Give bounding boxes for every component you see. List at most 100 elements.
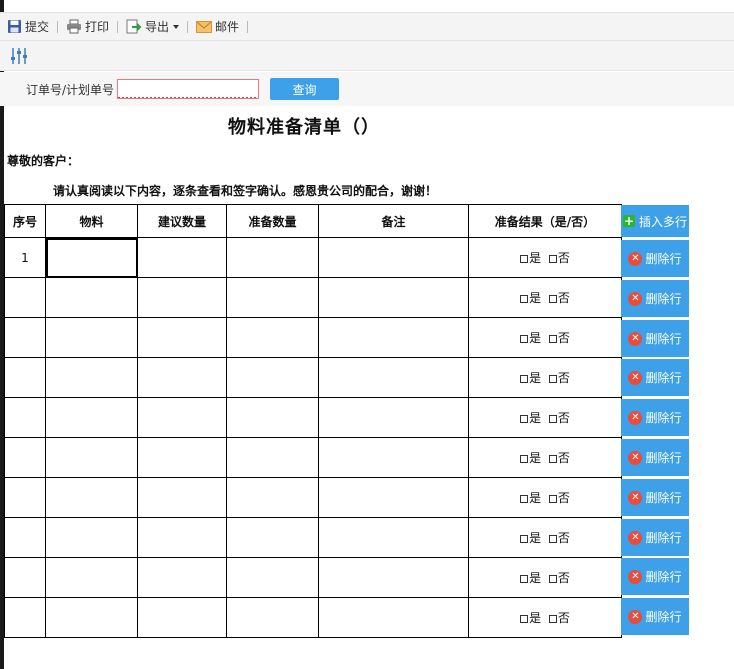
delete-icon: ✕ bbox=[628, 410, 643, 425]
delete-row-button[interactable]: ✕ 删除行 bbox=[621, 558, 689, 595]
yes-checkbox[interactable]: 是 bbox=[520, 609, 541, 626]
suggested-qty-cell[interactable] bbox=[137, 477, 227, 518]
delete-icon: ✕ bbox=[628, 569, 643, 584]
material-cell[interactable] bbox=[45, 237, 138, 278]
delete-row-button[interactable]: ✕ 删除行 bbox=[621, 439, 689, 476]
toolbar-divider bbox=[187, 20, 189, 33]
prepared-qty-cell[interactable] bbox=[226, 317, 319, 358]
delete-icon: ✕ bbox=[628, 251, 643, 266]
prepared-qty-cell[interactable] bbox=[226, 237, 319, 278]
no-label: 否 bbox=[557, 411, 570, 425]
material-cell[interactable] bbox=[45, 397, 138, 438]
yes-checkbox[interactable]: 是 bbox=[520, 249, 541, 266]
search-label: 订单号/计划单号 bbox=[26, 82, 115, 97]
material-cell[interactable] bbox=[45, 357, 138, 398]
remark-cell[interactable] bbox=[318, 397, 469, 438]
prepared-qty-cell[interactable] bbox=[226, 437, 319, 478]
order-number-input[interactable] bbox=[117, 79, 260, 99]
checkbox-icon bbox=[548, 615, 557, 623]
material-cell[interactable] bbox=[45, 277, 138, 318]
remark-cell[interactable] bbox=[318, 477, 469, 518]
yes-checkbox[interactable]: 是 bbox=[520, 329, 541, 346]
table-row: 是 否 bbox=[4, 517, 622, 558]
delete-row-button[interactable]: ✕ 删除行 bbox=[621, 320, 689, 357]
delete-icon: ✕ bbox=[628, 450, 643, 465]
submit-button[interactable]: 提交 bbox=[5, 17, 51, 37]
yes-checkbox[interactable]: 是 bbox=[520, 489, 541, 506]
material-cell[interactable] bbox=[45, 517, 138, 558]
delete-row-button[interactable]: ✕ 删除行 bbox=[621, 479, 689, 516]
delete-row-button[interactable]: ✕ 删除行 bbox=[621, 280, 689, 317]
prepared-qty-cell[interactable] bbox=[226, 477, 319, 518]
remark-cell[interactable] bbox=[318, 277, 469, 318]
insert-rows-button[interactable]: + 插入多行 bbox=[621, 205, 689, 237]
header-remark: 备注 bbox=[318, 204, 469, 238]
material-cell[interactable] bbox=[45, 597, 138, 638]
row-seq bbox=[4, 317, 46, 358]
no-checkbox[interactable]: 否 bbox=[548, 449, 570, 466]
no-checkbox[interactable]: 否 bbox=[548, 329, 570, 346]
prepared-qty-cell[interactable] bbox=[226, 397, 319, 438]
print-button[interactable]: 打印 bbox=[64, 17, 111, 37]
yes-checkbox[interactable]: 是 bbox=[520, 449, 541, 466]
suggested-qty-cell[interactable] bbox=[137, 357, 227, 398]
no-checkbox[interactable]: 否 bbox=[548, 249, 570, 266]
prepared-qty-cell[interactable] bbox=[226, 597, 319, 638]
material-cell[interactable] bbox=[45, 437, 138, 478]
result-cell: 是 否 bbox=[468, 317, 622, 358]
prepared-qty-cell[interactable] bbox=[226, 517, 319, 558]
prepared-qty-cell[interactable] bbox=[226, 357, 319, 398]
delete-row-button[interactable]: ✕ 删除行 bbox=[621, 598, 689, 635]
no-label: 否 bbox=[557, 611, 570, 625]
no-checkbox[interactable]: 否 bbox=[548, 489, 570, 506]
remark-cell[interactable] bbox=[318, 597, 469, 638]
checkbox-icon bbox=[520, 255, 529, 263]
header-result: 准备结果（是/否） bbox=[468, 204, 622, 238]
suggested-qty-cell[interactable] bbox=[137, 397, 227, 438]
suggested-qty-cell[interactable] bbox=[137, 317, 227, 358]
no-checkbox[interactable]: 否 bbox=[548, 569, 570, 586]
prepared-qty-cell[interactable] bbox=[226, 277, 319, 318]
export-button[interactable]: 导出 bbox=[124, 17, 181, 37]
remark-cell[interactable] bbox=[318, 557, 469, 598]
yes-checkbox[interactable]: 是 bbox=[520, 369, 541, 386]
mail-label: 邮件 bbox=[215, 20, 240, 34]
row-seq: 1 bbox=[4, 237, 46, 278]
yes-checkbox[interactable]: 是 bbox=[520, 409, 541, 426]
no-checkbox[interactable]: 否 bbox=[548, 409, 570, 426]
row-seq bbox=[4, 357, 46, 398]
suggested-qty-cell[interactable] bbox=[137, 277, 227, 318]
material-cell[interactable] bbox=[45, 477, 138, 518]
remark-cell[interactable] bbox=[318, 517, 469, 558]
suggested-qty-cell[interactable] bbox=[137, 597, 227, 638]
mail-button[interactable]: 邮件 bbox=[194, 17, 241, 37]
delete-row-button[interactable]: ✕ 删除行 bbox=[621, 240, 689, 277]
no-checkbox[interactable]: 否 bbox=[548, 609, 570, 626]
yes-checkbox[interactable]: 是 bbox=[520, 289, 541, 306]
yes-checkbox[interactable]: 是 bbox=[520, 529, 541, 546]
no-checkbox[interactable]: 否 bbox=[548, 289, 570, 306]
no-checkbox[interactable]: 否 bbox=[548, 369, 570, 386]
remark-cell[interactable] bbox=[318, 237, 469, 278]
sliders-icon[interactable] bbox=[10, 47, 28, 65]
yes-label: 是 bbox=[529, 251, 542, 265]
delete-row-button[interactable]: ✕ 删除行 bbox=[621, 399, 689, 436]
delete-row-button[interactable]: ✕ 删除行 bbox=[621, 359, 689, 396]
prepared-qty-cell[interactable] bbox=[226, 557, 319, 598]
yes-checkbox[interactable]: 是 bbox=[520, 569, 541, 586]
no-checkbox[interactable]: 否 bbox=[548, 529, 570, 546]
suggested-qty-cell[interactable] bbox=[137, 237, 227, 278]
material-cell[interactable] bbox=[45, 317, 138, 358]
query-button[interactable]: 查询 bbox=[270, 78, 340, 100]
remark-cell[interactable] bbox=[318, 437, 469, 478]
suggested-qty-cell[interactable] bbox=[137, 557, 227, 598]
remark-cell[interactable] bbox=[318, 317, 469, 358]
material-cell[interactable] bbox=[45, 557, 138, 598]
table-row: 是 否 bbox=[4, 397, 622, 438]
delete-row-button[interactable]: ✕ 删除行 bbox=[621, 519, 689, 556]
remark-cell[interactable] bbox=[318, 357, 469, 398]
checkbox-icon bbox=[520, 615, 529, 623]
suggested-qty-cell[interactable] bbox=[137, 517, 227, 558]
suggested-qty-cell[interactable] bbox=[137, 437, 227, 478]
no-label: 否 bbox=[557, 251, 570, 265]
